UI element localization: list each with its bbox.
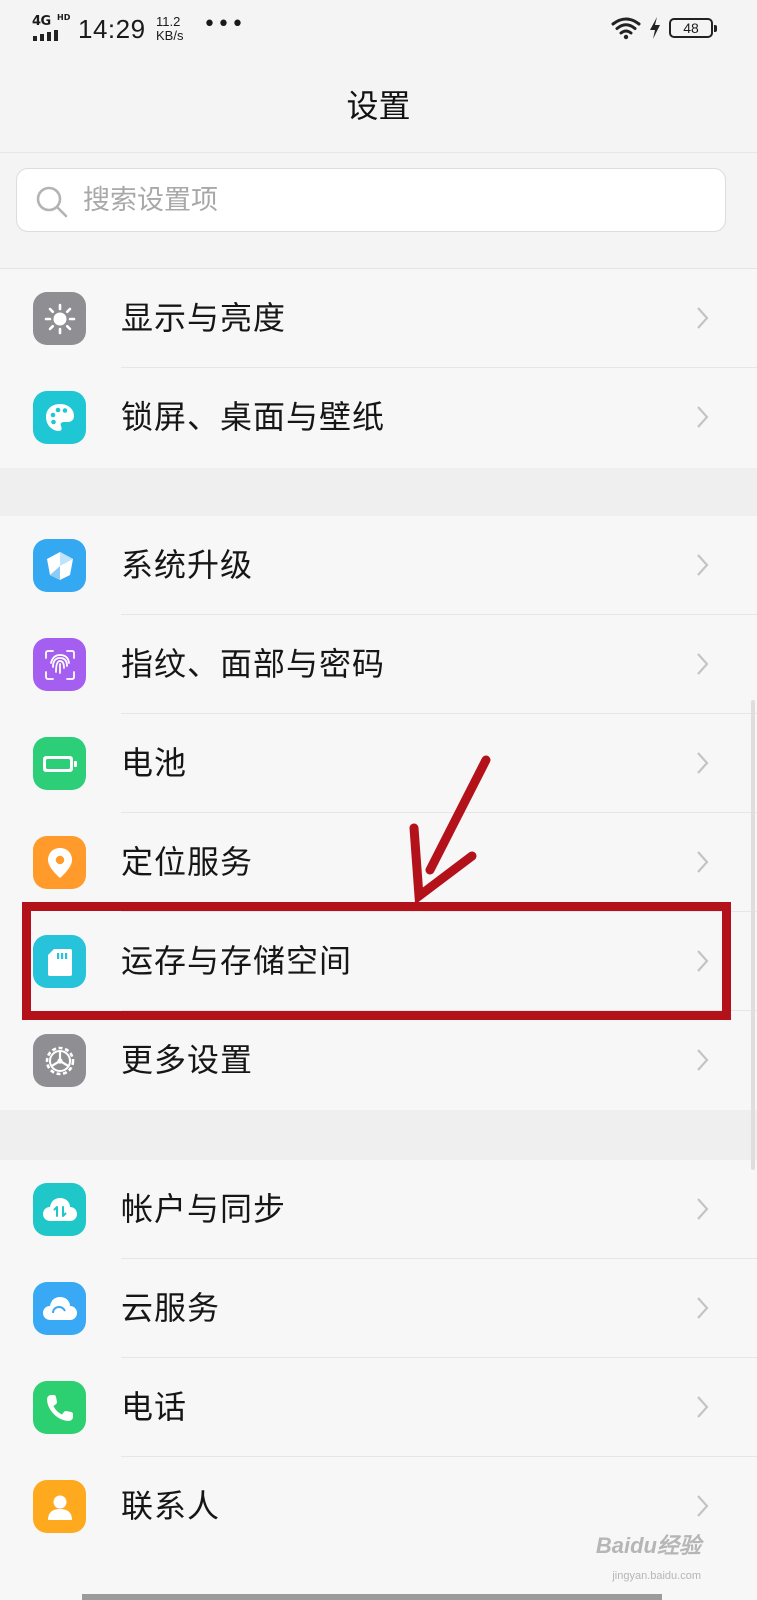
gear-icon bbox=[33, 1034, 86, 1087]
chevron-right-icon bbox=[697, 307, 709, 329]
contacts-icon bbox=[33, 1480, 86, 1533]
settings-item-fingerprint-face-password[interactable]: 指纹、面部与密码 bbox=[0, 615, 757, 714]
battery-icon bbox=[33, 737, 86, 790]
group-separator bbox=[0, 1110, 757, 1160]
page-title: 设置 bbox=[346, 87, 411, 125]
wifi-icon bbox=[611, 17, 641, 40]
battery-level: 48 bbox=[683, 20, 699, 36]
settings-item-label: 系统升级 bbox=[121, 546, 254, 584]
settings-item-battery[interactable]: 电池 bbox=[0, 714, 757, 813]
network-speed: 11.2 KB/s bbox=[156, 15, 183, 43]
settings-item-label: 锁屏、桌面与壁纸 bbox=[121, 398, 386, 436]
settings-item-cloud-service[interactable]: 云服务 bbox=[0, 1259, 757, 1358]
system-upgrade-icon bbox=[33, 539, 86, 592]
chevron-right-icon bbox=[697, 1495, 709, 1517]
settings-item-account-sync[interactable]: 帐户与同步 bbox=[0, 1160, 757, 1259]
home-indicator[interactable] bbox=[82, 1594, 662, 1600]
settings-item-label: 帐户与同步 bbox=[121, 1190, 287, 1228]
chevron-right-icon bbox=[697, 406, 709, 428]
status-bar: 4G HD 14:29 11.2 KB/s ••• 48 bbox=[0, 0, 757, 60]
settings-group-display: 显示与亮度 锁屏、桌面与壁纸 bbox=[0, 268, 757, 469]
settings-item-lockscreen-wallpaper[interactable]: 锁屏、桌面与壁纸 bbox=[0, 368, 757, 467]
settings-item-label: 指纹、面部与密码 bbox=[121, 645, 386, 683]
network-hd: HD bbox=[57, 13, 71, 22]
chevron-right-icon bbox=[697, 1396, 709, 1418]
settings-item-system-upgrade[interactable]: 系统升级 bbox=[0, 516, 757, 615]
group-separator bbox=[0, 468, 757, 516]
chevron-right-icon bbox=[697, 554, 709, 576]
more-notifications-icon: ••• bbox=[203, 12, 245, 37]
scroll-indicator bbox=[751, 700, 755, 1170]
cloud-icon bbox=[33, 1282, 86, 1335]
chevron-right-icon bbox=[697, 851, 709, 873]
search-placeholder: 搜索设置项 bbox=[83, 185, 218, 216]
chevron-right-icon bbox=[697, 1297, 709, 1319]
cellular-signal-icon: 4G HD bbox=[32, 13, 72, 42]
account-sync-icon bbox=[33, 1183, 86, 1236]
location-icon bbox=[33, 836, 86, 889]
brightness-icon bbox=[33, 292, 86, 345]
settings-item-display-brightness[interactable]: 显示与亮度 bbox=[0, 269, 757, 368]
chevron-right-icon bbox=[697, 752, 709, 774]
clock: 14:29 bbox=[78, 14, 146, 44]
settings-item-label: 联系人 bbox=[121, 1487, 221, 1525]
fingerprint-icon bbox=[33, 638, 86, 691]
phone-icon bbox=[33, 1381, 86, 1434]
annotation-arrow-icon bbox=[409, 755, 491, 902]
chevron-right-icon bbox=[697, 1198, 709, 1220]
title-bar: 设置 bbox=[0, 60, 757, 153]
settings-item-more-settings[interactable]: 更多设置 bbox=[0, 1011, 757, 1110]
chevron-right-icon bbox=[697, 1049, 709, 1071]
network-speed-value: 11.2 bbox=[156, 14, 181, 29]
settings-item-label: 电池 bbox=[121, 744, 188, 782]
watermark-text: Baidu经验 bbox=[595, 1533, 701, 1558]
settings-item-location-services[interactable]: 定位服务 bbox=[0, 813, 757, 912]
settings-item-phone[interactable]: 电话 bbox=[0, 1358, 757, 1457]
chevron-right-icon bbox=[697, 653, 709, 675]
network-type: 4G bbox=[32, 14, 51, 29]
settings-item-label: 定位服务 bbox=[121, 843, 254, 881]
settings-item-label: 云服务 bbox=[121, 1289, 221, 1327]
settings-item-label: 显示与亮度 bbox=[121, 299, 287, 337]
annotation-highlight-box bbox=[22, 902, 731, 1020]
settings-item-label: 更多设置 bbox=[121, 1041, 254, 1079]
charging-icon bbox=[650, 17, 660, 39]
settings-item-label: 电话 bbox=[121, 1388, 188, 1426]
battery-indicator: 48 bbox=[669, 18, 717, 38]
search-icon bbox=[36, 186, 68, 218]
palette-icon bbox=[33, 391, 86, 444]
watermark-url: jingyan.baidu.com bbox=[612, 1570, 701, 1582]
settings-group-system: 系统升级 指纹、面部与密码 电池 定位服务 运存与存储空间 更多设置 bbox=[0, 516, 757, 1110]
search-input[interactable]: 搜索设置项 bbox=[16, 168, 726, 232]
network-speed-unit: KB/s bbox=[156, 28, 184, 43]
